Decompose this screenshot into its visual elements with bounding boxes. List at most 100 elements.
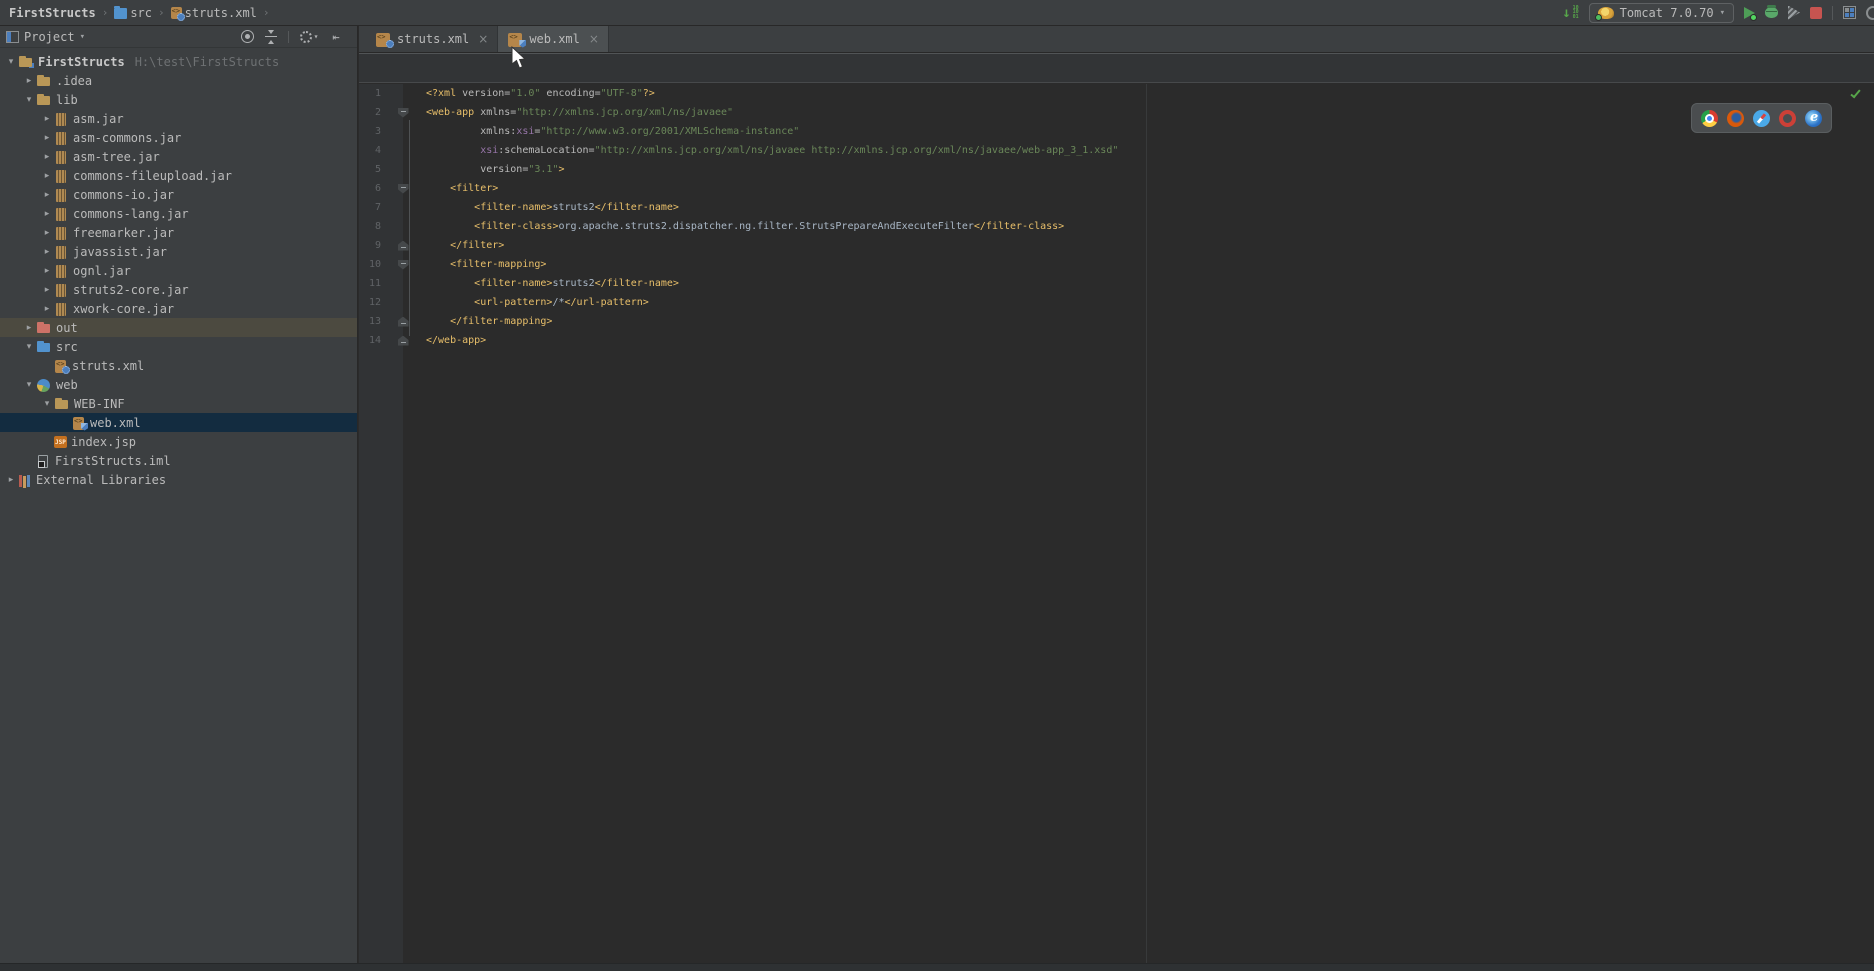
- browser-launcher-popup: [1691, 103, 1832, 133]
- run-button[interactable]: [1744, 7, 1755, 19]
- chevron-open-icon[interactable]: ▾: [4, 57, 18, 67]
- ie-icon[interactable]: [1805, 110, 1822, 127]
- collapse-all-icon[interactable]: [264, 30, 278, 44]
- fold-marker-icon[interactable]: [398, 260, 409, 270]
- debug-button[interactable]: [1765, 7, 1778, 18]
- fold-marker-icon[interactable]: [398, 317, 409, 327]
- chevron-open-icon[interactable]: ▾: [22, 95, 36, 105]
- fold-marker-icon[interactable]: [398, 108, 409, 118]
- chevron-open-icon[interactable]: ▾: [40, 399, 54, 409]
- breadcrumbs-bar: [359, 53, 1874, 83]
- jar-icon: [56, 284, 66, 297]
- stop-button[interactable]: [1810, 7, 1822, 19]
- tree-item-web[interactable]: ▾web: [0, 375, 357, 394]
- editor-body[interactable]: 1<?xml version="1.0" encoding="UTF-8"?>2…: [359, 84, 1874, 963]
- chevron-closed-icon[interactable]: ▸: [40, 133, 54, 143]
- tree-item-src[interactable]: ▾src: [0, 337, 357, 356]
- opera-icon[interactable]: [1779, 110, 1796, 127]
- chevron-closed-icon[interactable]: ▸: [22, 323, 36, 333]
- tree-item-commons-fileupload.jar[interactable]: ▸ commons-fileupload.jar: [0, 166, 357, 185]
- code-content[interactable]: 1<?xml version="1.0" encoding="UTF-8"?>2…: [359, 84, 1874, 350]
- folder-excluded-icon: [36, 320, 52, 335]
- chevron-closed-icon[interactable]: ▸: [40, 209, 54, 219]
- tab-close-icon[interactable]: ×: [589, 32, 599, 46]
- tree-item-path: H:\test\FirstStructs: [135, 55, 280, 69]
- partial-circle-icon[interactable]: [1866, 6, 1874, 20]
- tree-item-asm-commons.jar[interactable]: ▸asm-commons.jar: [0, 128, 357, 147]
- line-number: 8: [359, 221, 381, 232]
- project-header-icons: [241, 30, 351, 44]
- xml-shield-icon: [508, 33, 522, 47]
- fold-marker-icon[interactable]: [398, 336, 409, 346]
- tree-item-struts.xml[interactable]: struts.xml: [0, 356, 357, 375]
- chevron-closed-icon[interactable]: ▸: [40, 171, 54, 181]
- code-line: 5 version="3.1">: [359, 160, 1874, 179]
- chevron-closed-icon[interactable]: ▸: [40, 228, 54, 238]
- tree-item-javassist.jar[interactable]: ▸javassist.jar: [0, 242, 357, 261]
- tree-item-web.xml[interactable]: web.xml: [0, 413, 357, 432]
- tree-item-label: .idea: [56, 74, 92, 88]
- update-running-application-icon[interactable]: ↓ 101001: [1562, 6, 1578, 20]
- chevron-open-icon[interactable]: ▾: [22, 380, 36, 390]
- status-bar: [0, 963, 1874, 971]
- tree-item-commons-lang.jar[interactable]: ▸commons-lang.jar: [0, 204, 357, 223]
- tree-item-FirstStructs[interactable]: ▾FirstStructsH:\test\FirstStructs: [0, 52, 357, 71]
- editor-tab-struts.xml[interactable]: struts.xml×: [366, 26, 498, 52]
- tree-item-label: asm.jar: [73, 112, 124, 126]
- tree-item-xwork-core.jar[interactable]: ▸ xwork-core.jar: [0, 299, 357, 318]
- tab-close-icon[interactable]: ×: [478, 32, 488, 46]
- code-line: 12 <url-pattern>/*</url-pattern>: [359, 293, 1874, 312]
- chevron-closed-icon[interactable]: ▸: [4, 475, 18, 485]
- chevron-closed-icon[interactable]: ▸: [40, 190, 54, 200]
- breadcrumb-item-struts.xml[interactable]: struts.xml: [168, 5, 260, 21]
- chevron-closed-icon[interactable]: ▸: [40, 304, 54, 314]
- firefox-icon[interactable]: [1727, 110, 1744, 127]
- fold-marker-icon[interactable]: [398, 241, 409, 251]
- tree-item-freemarker.jar[interactable]: ▸freemarker.jar: [0, 223, 357, 242]
- run-config-selector[interactable]: Tomcat 7.0.70 ▾: [1589, 3, 1734, 23]
- chevron-closed-icon[interactable]: ▸: [40, 285, 54, 295]
- tree-item-asm.jar[interactable]: ▸ asm.jar: [0, 109, 357, 128]
- jar-icon: [56, 265, 66, 278]
- editor-tab-web.xml[interactable]: web.xml×: [498, 26, 609, 52]
- tree-item-External Libraries[interactable]: ▸External Libraries: [0, 470, 357, 489]
- breadcrumb-item-FirstStructs[interactable]: FirstStructs: [6, 5, 99, 21]
- iml-icon: [38, 455, 48, 468]
- locate-icon[interactable]: [241, 30, 254, 43]
- project-panel-header: Project ▾: [0, 26, 357, 48]
- tree-item-commons-io.jar[interactable]: ▸commons-io.jar: [0, 185, 357, 204]
- chevron-closed-icon[interactable]: ▸: [40, 114, 54, 124]
- tree-item-asm-tree.jar[interactable]: ▸asm-tree.jar: [0, 147, 357, 166]
- jar-icon: [56, 303, 66, 316]
- tree-item-FirstStructs.iml[interactable]: FirstStructs.iml: [0, 451, 357, 470]
- tree-item-label: commons-fileupload.jar: [73, 169, 232, 183]
- coverage-button[interactable]: [1788, 6, 1800, 20]
- tool-windows-icon[interactable]: [1843, 6, 1856, 19]
- line-number: 7: [359, 202, 381, 213]
- chrome-icon[interactable]: [1701, 110, 1718, 127]
- tree-item-label: web.xml: [90, 416, 141, 430]
- line-number: 11: [359, 278, 381, 289]
- settings-icon[interactable]: [299, 30, 319, 44]
- chevron-closed-icon[interactable]: ▸: [40, 266, 54, 276]
- tree-item-struts2-core.jar[interactable]: ▸struts2-core.jar: [0, 280, 357, 299]
- tree-item-out[interactable]: ▸out: [0, 318, 357, 337]
- chevron-closed-icon[interactable]: ▸: [40, 152, 54, 162]
- chevron-closed-icon[interactable]: ▸: [40, 247, 54, 257]
- hide-icon[interactable]: [329, 30, 343, 44]
- fold-marker-icon[interactable]: [398, 184, 409, 194]
- libs-icon: [18, 474, 32, 487]
- safari-icon[interactable]: [1753, 110, 1770, 127]
- tree-item-ognl.jar[interactable]: ▸ognl.jar: [0, 261, 357, 280]
- chevron-down-icon[interactable]: ▾: [80, 32, 85, 42]
- tree-item-label: xwork-core.jar: [73, 302, 174, 316]
- tree-item-.idea[interactable]: ▸ .idea: [0, 71, 357, 90]
- fold-column: [381, 184, 425, 194]
- chevron-closed-icon[interactable]: ▸: [22, 76, 36, 86]
- tree-item-index.jsp[interactable]: index.jsp: [0, 432, 357, 451]
- tree-item-lib[interactable]: ▾lib: [0, 90, 357, 109]
- chevron-open-icon[interactable]: ▾: [22, 342, 36, 352]
- jar-icon: [56, 113, 66, 126]
- breadcrumb-item-src[interactable]: src: [111, 5, 155, 21]
- tree-item-WEB-INF[interactable]: ▾WEB-INF: [0, 394, 357, 413]
